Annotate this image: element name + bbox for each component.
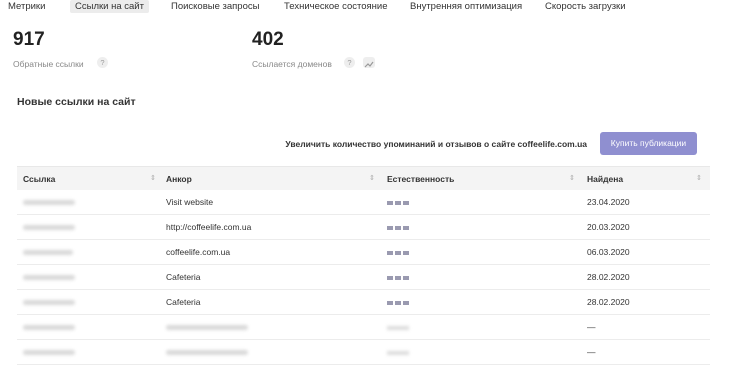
link-cell[interactable] xyxy=(17,240,160,265)
anchor-cell xyxy=(160,340,381,365)
naturalness-cell xyxy=(381,215,581,240)
backlinks-count: 917 xyxy=(13,29,45,50)
table-row: Cafeteria 28.02.2020 xyxy=(17,265,710,290)
naturalness-cell xyxy=(381,265,581,290)
link-cell[interactable] xyxy=(17,265,160,290)
header-link[interactable]: Ссылка xyxy=(17,167,160,191)
anchor-cell: coffeelife.com.ua xyxy=(166,247,231,257)
domains-help-icon[interactable]: ? xyxy=(344,57,355,68)
tab-internal-optimization[interactable]: Внутренняя оптимизация xyxy=(410,0,522,13)
found-cell: 28.02.2020 xyxy=(587,272,630,282)
sort-anchor-icon[interactable]: ⇕ xyxy=(369,167,375,191)
backlinks-table: Ссылка ⇕ Анкор ⇕ Естественность ⇕ Найден… xyxy=(17,166,710,365)
anchor-cell: Visit website xyxy=(166,197,214,207)
table-header: Ссылка ⇕ Анкор ⇕ Естественность ⇕ Найден… xyxy=(17,166,710,190)
header-found[interactable]: Найдена xyxy=(581,167,710,191)
naturalness-cell xyxy=(381,290,581,315)
section-title: Новые ссылки на сайт xyxy=(17,96,136,108)
chart-icon[interactable] xyxy=(363,57,375,68)
tab-metrics[interactable]: Метрики xyxy=(8,0,45,13)
anchor-cell: http://coffeelife.com.ua xyxy=(166,222,252,232)
table-row: — xyxy=(17,340,710,365)
link-cell[interactable] xyxy=(17,340,160,365)
header-naturalness[interactable]: Естественность xyxy=(381,167,581,191)
header-anchor[interactable]: Анкор xyxy=(160,167,381,191)
naturalness-cell xyxy=(381,190,581,215)
anchor-cell: Cafeteria xyxy=(166,272,201,282)
link-cell[interactable] xyxy=(17,315,160,340)
link-cell[interactable] xyxy=(17,290,160,315)
table-row: Visit website 23.04.2020 xyxy=(17,190,710,215)
backlinks-help-icon[interactable]: ? xyxy=(97,57,108,68)
tab-technical-state[interactable]: Техническое состояние xyxy=(284,0,388,13)
table-row: http://coffeelife.com.ua 20.03.2020 xyxy=(17,215,710,240)
tab-load-speed[interactable]: Скорость загрузки xyxy=(545,0,626,13)
chart-glyph-icon xyxy=(364,61,374,68)
buy-publications-button[interactable]: Купить публикации xyxy=(600,132,697,155)
found-cell: — xyxy=(587,322,596,332)
table-row: coffeelife.com.ua 06.03.2020 xyxy=(17,240,710,265)
link-cell[interactable] xyxy=(17,190,160,215)
table-row: Cafeteria 28.02.2020 xyxy=(17,290,710,315)
sort-naturalness-icon[interactable]: ⇕ xyxy=(569,167,575,191)
link-cell[interactable] xyxy=(17,215,160,240)
domains-label: Ссылается доменов xyxy=(252,59,332,69)
backlinks-label: Обратные ссылки xyxy=(13,59,84,69)
tab-backlinks[interactable]: Ссылки на сайт xyxy=(70,0,149,13)
found-cell: 06.03.2020 xyxy=(587,247,630,257)
table-row: — xyxy=(17,315,710,340)
found-cell: 28.02.2020 xyxy=(587,297,630,307)
found-cell: 23.04.2020 xyxy=(587,197,630,207)
found-cell: — xyxy=(587,347,596,357)
anchor-cell xyxy=(160,315,381,340)
nav-tabs: Метрики Ссылки на сайт Поисковые запросы… xyxy=(0,0,730,14)
naturalness-cell xyxy=(381,340,581,365)
naturalness-cell xyxy=(381,315,581,340)
promo-text: Увеличить количество упоминаний и отзыво… xyxy=(285,139,587,149)
anchor-cell: Cafeteria xyxy=(166,297,201,307)
tab-search-queries[interactable]: Поисковые запросы xyxy=(171,0,259,13)
sort-found-icon[interactable]: ⇕ xyxy=(696,167,702,191)
domains-count: 402 xyxy=(252,29,284,50)
naturalness-cell xyxy=(381,240,581,265)
found-cell: 20.03.2020 xyxy=(587,222,630,232)
sort-link-icon[interactable]: ⇕ xyxy=(150,167,156,191)
